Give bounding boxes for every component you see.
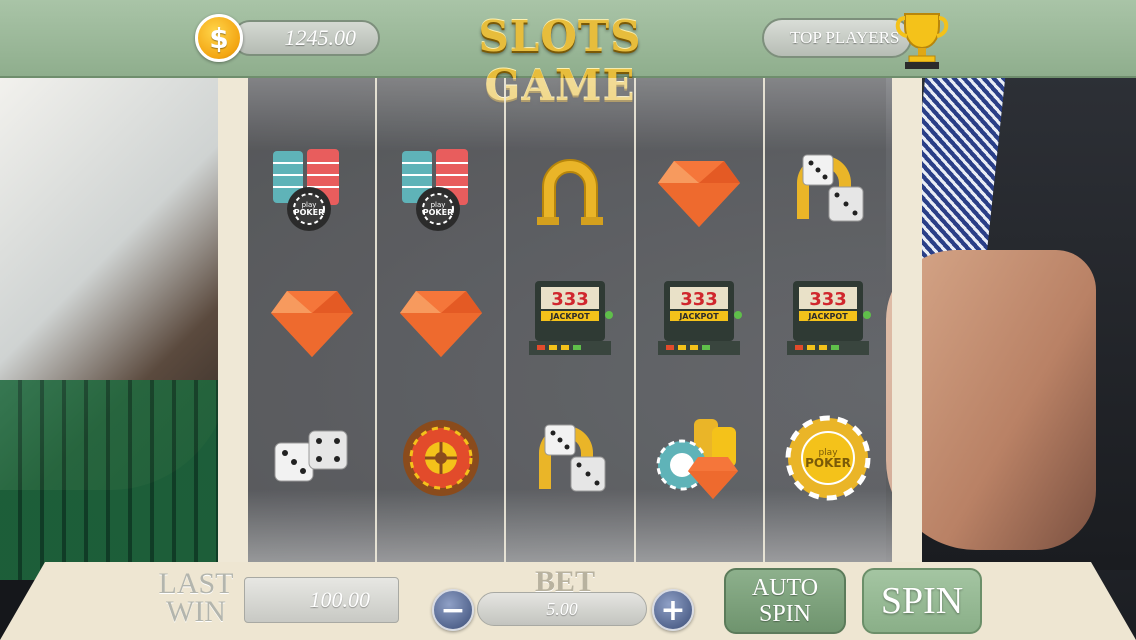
last-win-label-line-1: LAST bbox=[158, 567, 234, 600]
bet-decrease-button[interactable]: − bbox=[432, 589, 474, 631]
reel-1: play POKER bbox=[248, 78, 378, 562]
bet-increase-button[interactable]: + bbox=[652, 589, 694, 631]
auto-spin-label-line-1: AUTO bbox=[751, 575, 819, 601]
poker-chips-icon: play POKER bbox=[391, 138, 491, 238]
game-title: SLOTS GAME bbox=[478, 12, 642, 110]
roulette-icon bbox=[391, 408, 491, 508]
poker-chip-gold-icon: play POKER bbox=[778, 408, 878, 508]
poker-chips-icon: play POKER bbox=[262, 138, 362, 238]
plus-icon: + bbox=[660, 592, 686, 628]
balance-value: 1245.00 bbox=[284, 25, 357, 50]
reels-area: play POKER play POKER 333 JACKPOT 333 JA… bbox=[248, 78, 893, 562]
horseshoe-dice-icon bbox=[520, 408, 620, 508]
top-players-button[interactable]: TOP PLAYERS bbox=[762, 18, 912, 58]
balance-display: 1245.00 bbox=[232, 20, 380, 56]
last-win-label-line-2: WIN bbox=[166, 595, 226, 628]
reel-2: play POKER bbox=[377, 78, 507, 562]
svg-text:JACKPOT: JACKPOT bbox=[808, 312, 849, 321]
diamond-icon bbox=[649, 138, 749, 238]
bet-value: 5.00 bbox=[477, 592, 647, 626]
minus-icon: − bbox=[440, 592, 466, 628]
trophy-icon[interactable] bbox=[893, 8, 951, 70]
bet-amount: 5.00 bbox=[546, 598, 578, 619]
diamond-icon bbox=[391, 268, 491, 368]
top-players-label: TOP PLAYERS bbox=[790, 28, 900, 47]
reel-4: 333 JACKPOT bbox=[635, 78, 765, 562]
last-win-amount: 100.00 bbox=[309, 587, 371, 612]
reel-3: 333 JACKPOT bbox=[506, 78, 636, 562]
jackpot-machine-icon: 333 JACKPOT bbox=[520, 268, 620, 368]
horseshoe-icon bbox=[520, 138, 620, 238]
reel-5: 333 JACKPOT play POKER bbox=[764, 78, 893, 562]
jackpot-machine-icon: 333 JACKPOT bbox=[649, 268, 749, 368]
background-chips bbox=[0, 380, 230, 580]
svg-text:POKER: POKER bbox=[293, 208, 324, 217]
svg-text:POKER: POKER bbox=[423, 208, 454, 217]
svg-text:333: 333 bbox=[551, 289, 589, 310]
currency-symbol: $ bbox=[209, 21, 229, 55]
spin-label: SPIN bbox=[880, 580, 964, 622]
jackpot-machine-icon: 333 JACKPOT bbox=[778, 268, 878, 368]
auto-spin-label-line-2: SPIN bbox=[758, 601, 811, 627]
svg-text:JACKPOT: JACKPOT bbox=[549, 312, 590, 321]
spin-button[interactable]: SPIN bbox=[862, 568, 982, 634]
diamond-icon bbox=[262, 268, 362, 368]
horseshoe-dice-icon bbox=[778, 138, 878, 238]
svg-text:POKER: POKER bbox=[806, 456, 852, 470]
coin-icon: $ bbox=[195, 14, 243, 62]
dice-icon bbox=[262, 408, 362, 508]
auto-spin-button[interactable]: AUTO SPIN bbox=[724, 568, 846, 634]
svg-text:JACKPOT: JACKPOT bbox=[679, 312, 720, 321]
bet-label: BET bbox=[534, 565, 596, 598]
last-win-label: LAST WIN bbox=[150, 567, 242, 634]
svg-text:333: 333 bbox=[810, 289, 848, 310]
svg-text:333: 333 bbox=[680, 289, 718, 310]
chips-gems-icon bbox=[649, 408, 749, 508]
last-win-value: 100.00 bbox=[244, 577, 399, 623]
